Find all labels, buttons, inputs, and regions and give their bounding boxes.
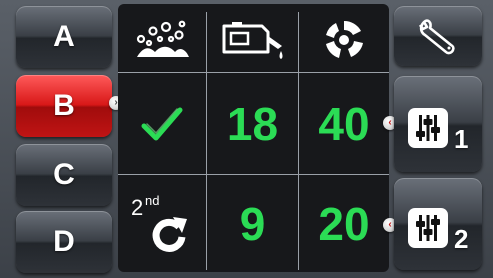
wrench-icon bbox=[418, 19, 455, 55]
program-label: D bbox=[53, 225, 75, 258]
second-rinse-cell[interactable]: 2 nd bbox=[118, 176, 206, 272]
spin-speed-value[interactable]: 40 bbox=[299, 74, 389, 174]
tools-button[interactable] bbox=[394, 6, 482, 66]
oil-amount-value[interactable]: 18 bbox=[207, 74, 298, 174]
program-button-b[interactable]: B bbox=[16, 75, 112, 137]
spin-rotor-icon bbox=[299, 10, 389, 70]
screen-frame: A B › C D 18 40 2 nd 9 20 ‹ 1 ‹ 2 bbox=[0, 0, 493, 278]
preset-1-button[interactable]: 1 bbox=[394, 76, 482, 172]
second-suffix: nd bbox=[145, 193, 160, 208]
redo-arrow-icon bbox=[152, 217, 187, 252]
value-text: 18 bbox=[226, 98, 279, 150]
preset-1-label: 1 bbox=[454, 124, 469, 154]
program-label: B bbox=[53, 89, 75, 122]
value-text: 40 bbox=[318, 98, 370, 150]
sliders-icon bbox=[408, 208, 448, 248]
grid-divider bbox=[118, 72, 389, 73]
preset-2-button[interactable]: 2 bbox=[394, 178, 482, 270]
second-number: 2 bbox=[131, 195, 144, 220]
grid-divider bbox=[118, 174, 389, 175]
oil-can-icon bbox=[207, 10, 298, 70]
settings-grid-panel: 18 40 2 nd 9 20 bbox=[118, 4, 389, 272]
detergent-bubbles-icon bbox=[118, 10, 206, 70]
program-button-a[interactable]: A bbox=[16, 6, 112, 68]
program-label: A bbox=[53, 20, 75, 53]
value-text: 20 bbox=[318, 198, 370, 250]
value-text: 9 bbox=[239, 198, 266, 250]
preset-2-label: 2 bbox=[454, 224, 469, 254]
check-status-icon bbox=[118, 74, 206, 174]
oil-amount-value-2[interactable]: 9 bbox=[207, 176, 298, 272]
program-label: C bbox=[53, 158, 75, 191]
program-button-c[interactable]: C bbox=[16, 144, 112, 206]
spin-speed-value-2[interactable]: 20 bbox=[299, 176, 389, 272]
sliders-icon bbox=[408, 108, 448, 148]
program-button-d[interactable]: D bbox=[16, 211, 112, 273]
